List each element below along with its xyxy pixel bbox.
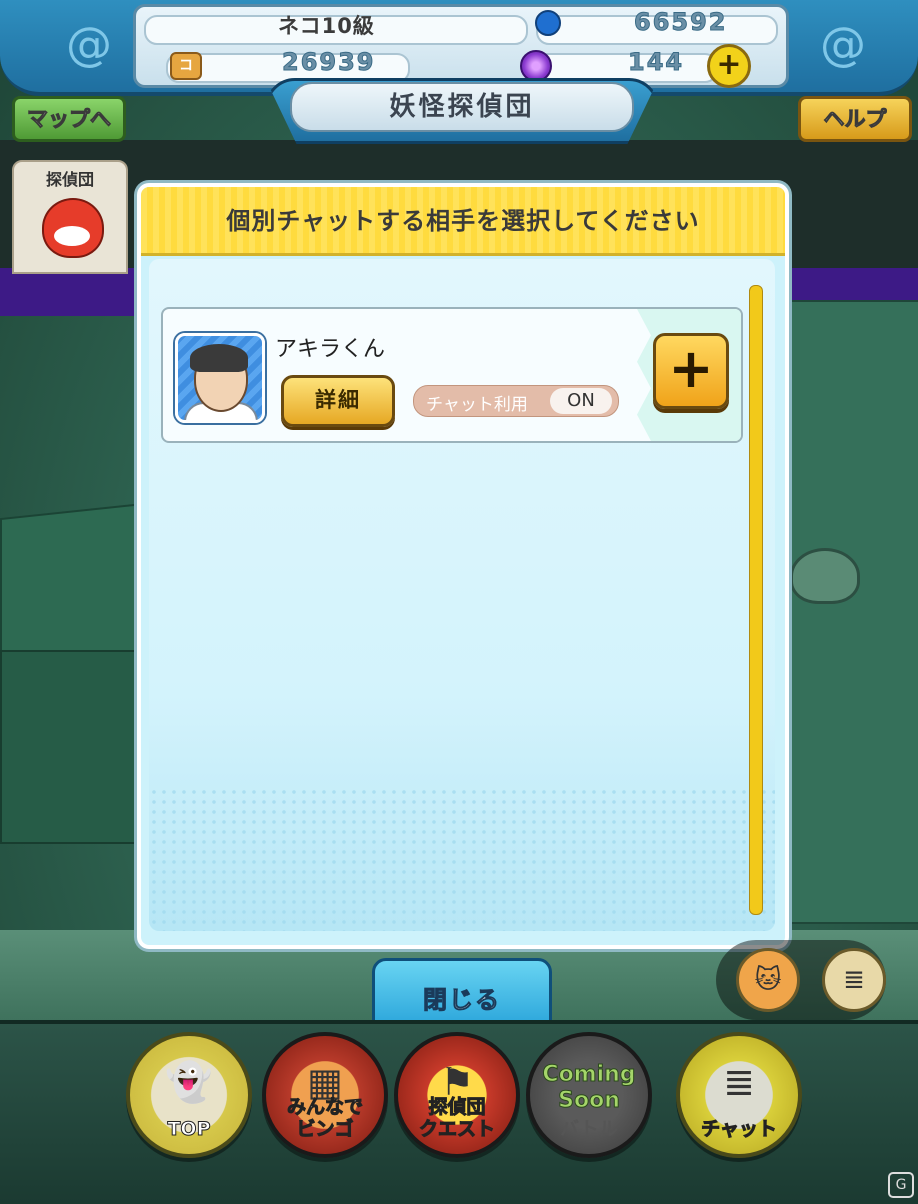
- site-logo-icon: G: [888, 1172, 914, 1198]
- background-box: [0, 650, 144, 844]
- chat-usage-toggle[interactable]: チャット利用 ON: [413, 385, 619, 417]
- details-button[interactable]: 詳細: [281, 375, 395, 427]
- chat-usage-label: チャット利用: [426, 395, 528, 415]
- tab-detective-team[interactable]: 探偵団: [12, 160, 128, 274]
- swirl-decoration-icon: @: [66, 17, 112, 71]
- nav-bingo-button[interactable]: ▦ みんなで ビンゴ: [262, 1032, 388, 1158]
- whisper-icon: 👻: [165, 1060, 213, 1104]
- nav-battle-label: バトル: [560, 1118, 618, 1140]
- background-shelf: [780, 300, 918, 924]
- chat-bubble-icon: ≣: [723, 1060, 755, 1104]
- dialog-title: 個別チャットする相手を選択してください: [226, 207, 700, 235]
- help-button[interactable]: ヘルプ: [798, 96, 912, 142]
- dialog-header: 個別チャットする相手を選択してください: [141, 187, 785, 256]
- nav-quest-button[interactable]: ⚑ 探偵団 クエスト: [394, 1032, 520, 1158]
- nav-chat-label: チャット: [701, 1118, 778, 1141]
- page-title: 妖怪探偵団: [290, 82, 634, 132]
- add-chat-partner-button[interactable]: +: [653, 333, 729, 409]
- nav-bingo-label: みんなで ビンゴ: [286, 1096, 363, 1141]
- nav-battle-button[interactable]: Coming Soon バトル: [526, 1032, 652, 1158]
- map-button[interactable]: マップへ: [12, 96, 126, 142]
- coming-soon-badge: Coming Soon: [542, 1062, 636, 1114]
- player-row[interactable]: アキラくん 詳細 チャット利用 ON +: [161, 307, 743, 443]
- nav-quest-label: 探偵団 クエスト: [418, 1096, 495, 1141]
- dot-pattern: [149, 787, 775, 931]
- chat-log-button[interactable]: ≣: [822, 948, 886, 1012]
- chat-partner-dialog: 個別チャットする相手を選択してください アキラくん 詳細 チャット利用 ON +: [137, 183, 789, 949]
- dialog-scrollbar[interactable]: [749, 285, 763, 915]
- nav-top-label: TOP: [167, 1118, 211, 1141]
- orb-icon: [520, 50, 552, 82]
- jibanyan-icon: 🐱: [754, 965, 782, 995]
- rank-text: ネコ10級: [278, 14, 375, 38]
- background-pot: [790, 548, 860, 604]
- nav-top-button[interactable]: 👻 TOP: [126, 1032, 252, 1158]
- orb-count: 144: [627, 48, 685, 77]
- avatar-hair: [190, 344, 248, 372]
- nav-chat-button[interactable]: ≣ チャット: [676, 1032, 802, 1158]
- jibanyan-icon: [42, 198, 104, 258]
- bomb-icon: [535, 10, 561, 36]
- chat-log-icon: ≣: [843, 965, 865, 995]
- add-currency-button[interactable]: +: [707, 44, 751, 88]
- jibanyan-quick-button[interactable]: 🐱: [736, 948, 800, 1012]
- money-pouch-icon: コ: [170, 52, 202, 80]
- tab-label: 探偵団: [45, 170, 94, 189]
- avatar: [175, 333, 265, 423]
- player-name: アキラくん: [275, 337, 386, 362]
- chat-usage-state: ON: [550, 388, 612, 414]
- bomb-count: 66592: [634, 8, 728, 37]
- money-count: 26939: [282, 48, 376, 77]
- swirl-decoration-icon: @: [820, 17, 866, 71]
